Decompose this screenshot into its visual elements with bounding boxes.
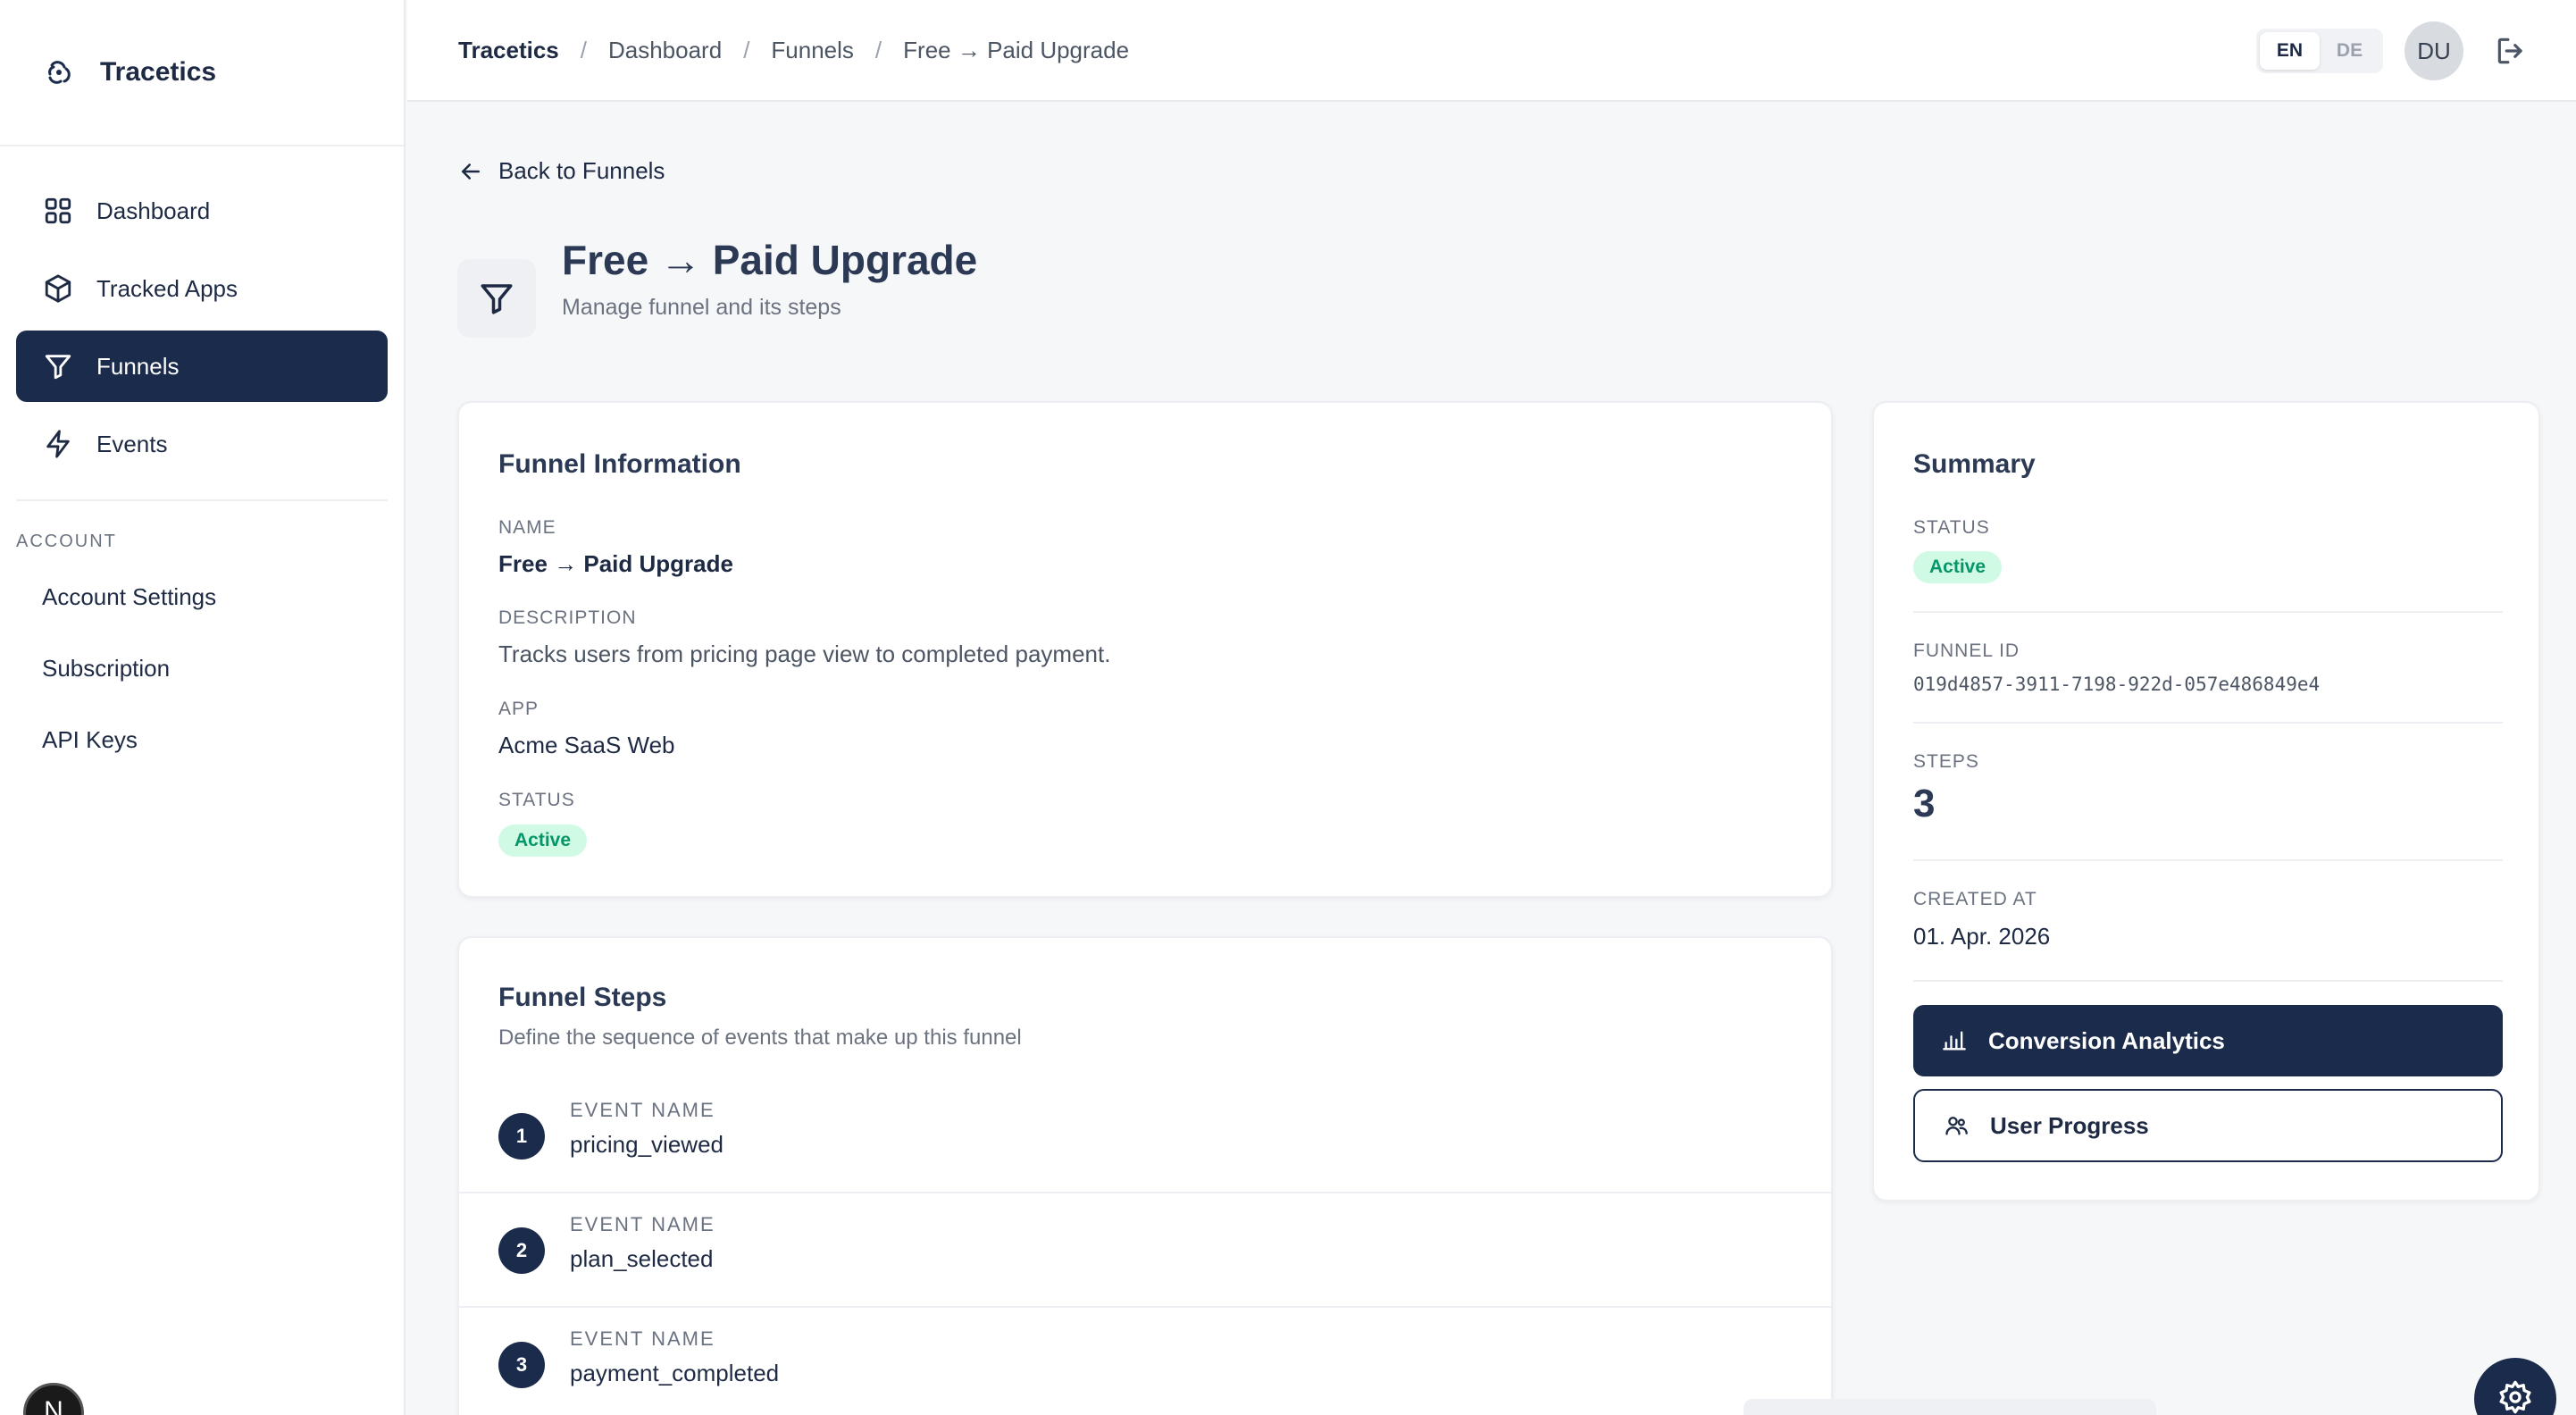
status-badge: Active — [498, 825, 588, 857]
sidebar-item-api-keys[interactable]: API Keys — [0, 704, 404, 775]
funnel-information-card: Funnel Information NAME Free → Paid Upgr… — [457, 401, 1833, 898]
users-icon — [1945, 1117, 1968, 1135]
user-progress-button[interactable]: User Progress — [1913, 1089, 2503, 1162]
created-at-value: 01. Apr. 2026 — [1913, 923, 2051, 950]
step-label: EVENT NAME — [570, 1213, 715, 1235]
card-title: Funnel Steps — [498, 983, 667, 1012]
back-to-funnels-link[interactable]: Back to Funnels — [457, 157, 665, 185]
button-label: User Progress — [1990, 1111, 2149, 1139]
funnel-id-value: 019d4857-3911-7198-922d-057e486849e4 — [1913, 674, 2321, 695]
status-label: STATUS — [498, 790, 575, 810]
user-avatar[interactable]: DU — [2405, 21, 2463, 80]
sidebar-item-tracked-apps[interactable]: Tracked Apps — [16, 253, 388, 324]
logout-button[interactable] — [2494, 34, 2528, 68]
summary-status-wrap: Active — [1913, 551, 2003, 583]
created-at-label: CREATED AT — [1913, 889, 2037, 909]
lang-de-button[interactable]: DE — [2320, 32, 2379, 70]
sidebar-item-label: Dashboard — [96, 197, 211, 224]
sidebar: Tracetics Dashboard Tracked Apps Funnels… — [0, 0, 406, 1415]
sidebar-item-label: Events — [96, 430, 168, 457]
button-label: Conversion Analytics — [1988, 1026, 2225, 1054]
sidebar-item-label: Funnels — [96, 352, 180, 380]
lang-en-button[interactable]: EN — [2260, 32, 2320, 70]
app-label: APP — [498, 699, 539, 719]
language-switcher: EN DE — [2256, 29, 2383, 73]
sidebar-item-events[interactable]: Events — [16, 408, 388, 480]
divider — [1913, 722, 2503, 724]
status-badge-wrap: Active — [498, 825, 588, 857]
step-label: EVENT NAME — [570, 1099, 715, 1121]
breadcrumb-separator: / — [580, 36, 587, 63]
page-title: Free → Paid Upgrade — [562, 237, 978, 283]
breadcrumb-separator: / — [743, 36, 750, 63]
description-value: Tracks users from pricing page view to c… — [498, 641, 1111, 667]
divider — [1913, 859, 2503, 861]
breadcrumb-root[interactable]: Tracetics — [458, 37, 559, 64]
step-event-name: pricing_viewed — [570, 1131, 723, 1158]
breadcrumb-dashboard[interactable]: Dashboard — [608, 37, 722, 64]
bar-chart-icon — [1943, 1031, 1966, 1051]
sidebar-item-label: Tracked Apps — [96, 274, 238, 302]
back-label: Back to Funnels — [498, 157, 665, 184]
divider — [1913, 980, 2503, 982]
step-label: EVENT NAME — [570, 1327, 715, 1350]
page-icon-box — [457, 259, 536, 338]
step-number: 1 — [498, 1113, 545, 1160]
step-number: 3 — [498, 1342, 545, 1388]
steps-count-label: STEPS — [1913, 751, 1979, 772]
gear-icon — [2499, 1380, 2531, 1414]
app-value: Acme SaaS Web — [498, 732, 675, 758]
breadcrumb-current: Free → Paid Upgrade — [903, 36, 1130, 63]
card-title: Summary — [1913, 449, 2036, 479]
card-title: Funnel Information — [498, 449, 741, 479]
conversion-analytics-button[interactable]: Conversion Analytics — [1913, 1005, 2503, 1076]
name-value: Free → Paid Upgrade — [498, 550, 733, 577]
sidebar-item-dashboard[interactable]: Dashboard — [16, 175, 388, 247]
summary-status-label: STATUS — [1913, 517, 1990, 538]
step-event-name: payment_completed — [570, 1360, 780, 1386]
step-row: 1 EVENT NAME pricing_viewed — [459, 1079, 1831, 1193]
description-label: DESCRIPTION — [498, 607, 637, 628]
topbar: Tracetics / Dashboard / Funnels / Free →… — [407, 0, 2576, 102]
summary-card: Summary STATUS Active FUNNEL ID 019d4857… — [1872, 401, 2540, 1201]
steps-count-value: 3 — [1913, 782, 1936, 825]
sidebar-item-subscription[interactable]: Subscription — [0, 632, 404, 704]
sidebar-item-account-settings[interactable]: Account Settings — [0, 561, 404, 632]
package-icon — [45, 274, 71, 303]
main-nav: Dashboard Tracked Apps Funnels Events — [0, 147, 404, 480]
funnel-steps-card: Funnel Steps Define the sequence of even… — [457, 936, 1833, 1415]
settings-fab[interactable] — [2474, 1358, 2556, 1415]
breadcrumb-separator: / — [874, 36, 882, 63]
logo-icon — [48, 61, 71, 84]
name-label: NAME — [498, 517, 556, 538]
breadcrumb-funnels[interactable]: Funnels — [771, 37, 854, 64]
page-subtitle: Manage funnel and its steps — [562, 295, 841, 320]
account-section-label: ACCOUNT — [16, 532, 117, 551]
card-subtitle: Define the sequence of events that make … — [498, 1026, 1022, 1050]
brand[interactable]: Tracetics — [0, 0, 404, 147]
step-event-name: plan_selected — [570, 1245, 714, 1272]
funnel-icon — [481, 284, 513, 314]
funnel-icon — [45, 355, 71, 380]
arrow-left-icon — [462, 163, 480, 180]
lightning-icon — [46, 430, 70, 458]
logout-icon — [2497, 38, 2522, 64]
divider — [1913, 611, 2503, 613]
sidebar-item-funnels[interactable]: Funnels — [16, 331, 388, 402]
brand-name: Tracetics — [100, 57, 217, 87]
toast-partial — [1744, 1399, 2156, 1415]
step-row: 2 EVENT NAME plan_selected — [459, 1193, 1831, 1308]
funnel-id-label: FUNNEL ID — [1913, 641, 2020, 661]
status-badge: Active — [1913, 551, 2003, 583]
step-row: 3 EVENT NAME payment_completed — [459, 1308, 1831, 1415]
step-number: 2 — [498, 1227, 545, 1274]
grid-icon — [45, 197, 71, 224]
